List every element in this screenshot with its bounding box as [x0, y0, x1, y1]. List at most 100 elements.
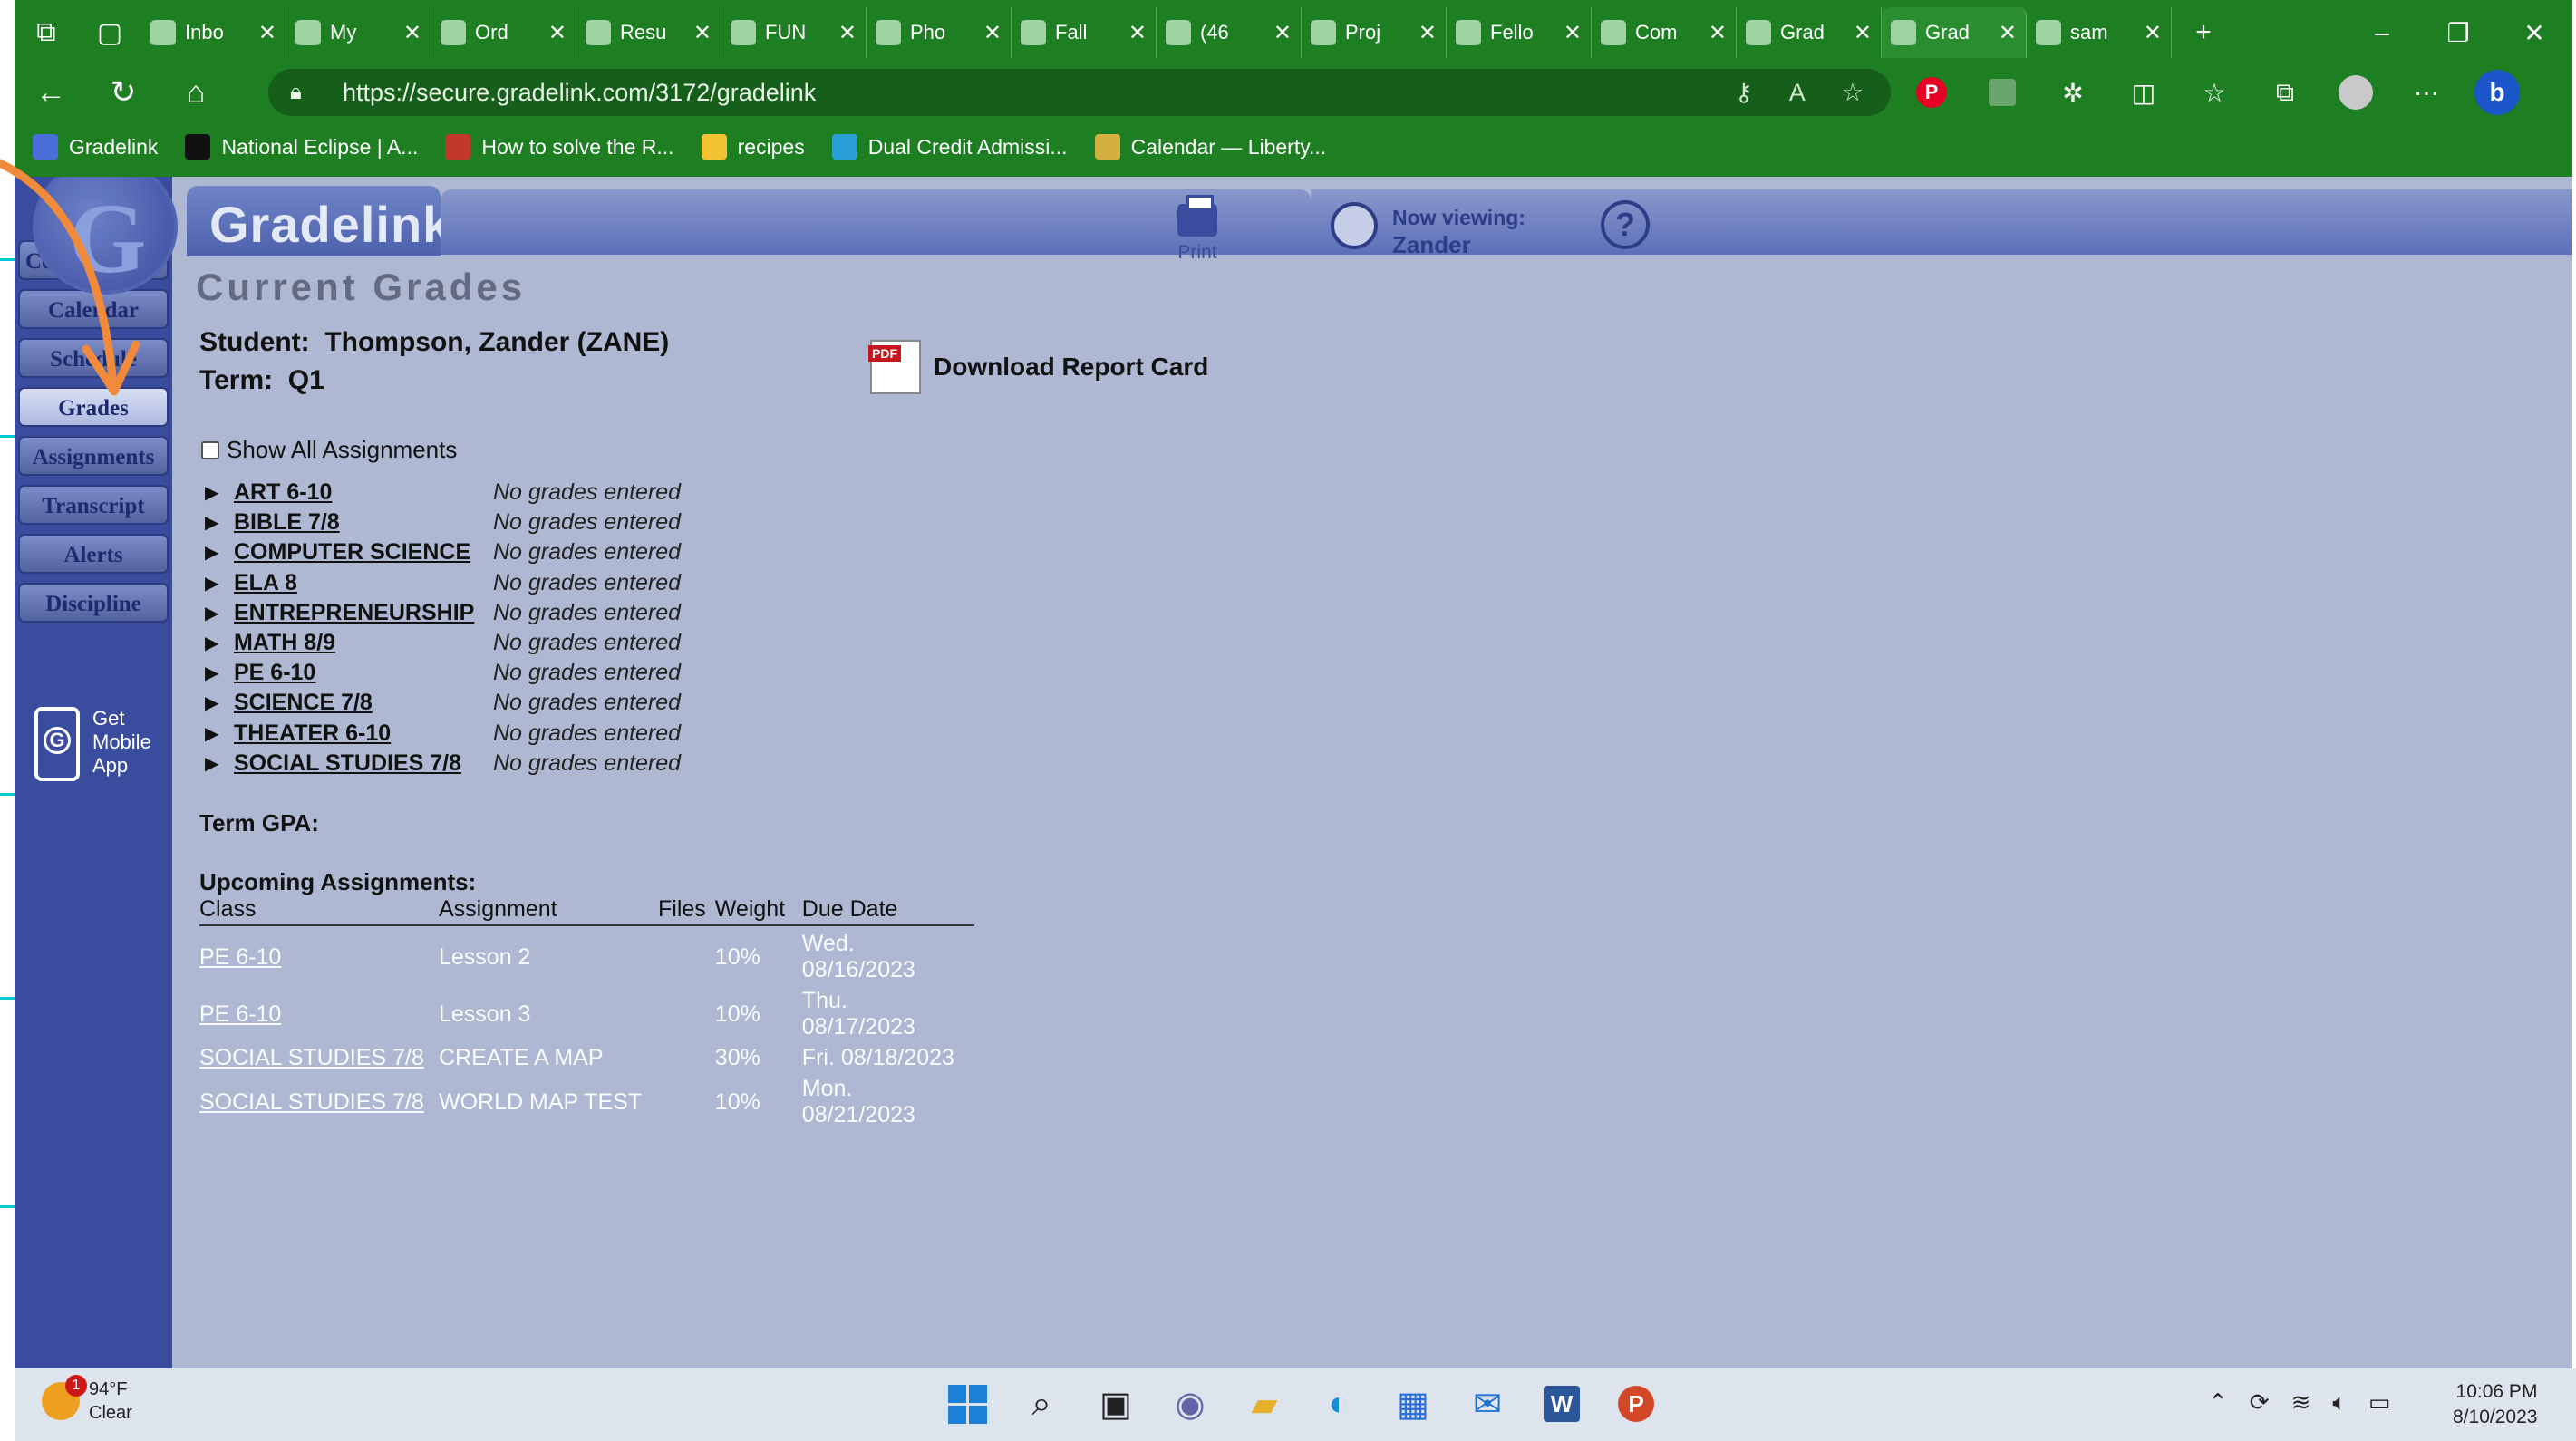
- pinterest-icon[interactable]: P: [1909, 70, 1954, 115]
- get-mobile-app-link[interactable]: G Get Mobile App: [34, 707, 161, 788]
- bookmark-item[interactable]: Calendar — Liberty...: [1094, 134, 1326, 160]
- class-link[interactable]: COMPUTER SCIENCE: [234, 539, 493, 566]
- close-tab-icon[interactable]: ✕: [1128, 20, 1147, 46]
- close-tab-icon[interactable]: ✕: [403, 20, 421, 46]
- address-bar[interactable]: 🔒︎ https://secure.gradelink.com/3172/gra…: [268, 69, 1891, 116]
- browser-tab[interactable]: My ✕: [286, 7, 431, 58]
- extensions-puzzle-icon[interactable]: ✲: [2050, 70, 2096, 115]
- expand-triangle-icon[interactable]: ▶: [205, 541, 234, 564]
- browser-tab[interactable]: Resu ✕: [576, 7, 721, 58]
- class-link[interactable]: BIBLE 7/8: [234, 509, 493, 536]
- speaker-muted-icon[interactable]: 🔈︎: [2332, 1388, 2347, 1417]
- browser-tab[interactable]: Com ✕: [1592, 7, 1737, 58]
- user-avatar-icon[interactable]: [1331, 202, 1378, 249]
- split-screen-icon[interactable]: ◫: [2121, 70, 2166, 115]
- minimize-icon[interactable]: –: [2344, 18, 2420, 48]
- sidebar-item-transcript[interactable]: Transcript: [18, 485, 169, 525]
- home-icon[interactable]: ⌂: [160, 75, 232, 111]
- bing-chat-icon[interactable]: b: [2474, 70, 2520, 115]
- more-menu-icon[interactable]: ⋯: [2404, 70, 2449, 115]
- extension-square-icon[interactable]: [1980, 70, 2025, 115]
- read-aloud-icon[interactable]: A: [1789, 79, 1806, 107]
- browser-tab[interactable]: (46 ✕: [1157, 7, 1302, 58]
- lock-icon[interactable]: 🔒︎: [290, 80, 326, 105]
- close-tab-icon[interactable]: ✕: [1854, 20, 1872, 46]
- class-link[interactable]: ART 6-10: [234, 479, 493, 506]
- browser-tab[interactable]: sam ✕: [2027, 7, 2172, 58]
- clock[interactable]: 10:06 PM 8/10/2023: [2453, 1379, 2537, 1430]
- favorites-icon[interactable]: ☆: [2192, 70, 2237, 115]
- close-tab-icon[interactable]: ✕: [693, 20, 712, 46]
- chat-icon[interactable]: ◉: [1166, 1379, 1215, 1428]
- weather-widget[interactable]: 1 94°F Clear: [42, 1375, 132, 1425]
- back-icon[interactable]: ←: [15, 75, 87, 111]
- expand-triangle-icon[interactable]: ▶: [205, 691, 234, 714]
- browser-tab[interactable]: Fello ✕: [1447, 7, 1592, 58]
- key-icon[interactable]: ⚷: [1735, 79, 1753, 107]
- close-window-icon[interactable]: ✕: [2496, 18, 2572, 48]
- download-report-card-button[interactable]: PDF Download Report Card: [868, 340, 1208, 394]
- close-tab-icon[interactable]: ✕: [2144, 20, 2162, 46]
- bookmark-item[interactable]: How to solve the R...: [445, 134, 674, 160]
- search-icon[interactable]: ⌕: [1017, 1379, 1066, 1428]
- sync-icon[interactable]: ⟳: [2250, 1388, 2270, 1417]
- windows-start-icon[interactable]: [943, 1379, 992, 1428]
- close-tab-icon[interactable]: ✕: [1564, 20, 1582, 46]
- browser-tab[interactable]: Inbo ✕: [141, 7, 286, 58]
- browser-tab[interactable]: Proj ✕: [1302, 7, 1447, 58]
- sidebar-item-assignments[interactable]: Assignments: [18, 436, 169, 476]
- class-link[interactable]: SOCIAL STUDIES 7/8: [199, 1071, 439, 1128]
- expand-triangle-icon[interactable]: ▶: [205, 511, 234, 534]
- sidebar-item-alerts[interactable]: Alerts: [18, 534, 169, 574]
- browser-tab[interactable]: Fall ✕: [1012, 7, 1157, 58]
- class-link[interactable]: SOCIAL STUDIES 7/8: [234, 750, 493, 777]
- edge-icon[interactable]: ◐: [1314, 1379, 1363, 1428]
- close-tab-icon[interactable]: ✕: [1999, 20, 2017, 46]
- workspaces-icon[interactable]: ⧉: [15, 0, 78, 65]
- mail-icon[interactable]: ✉: [1463, 1379, 1512, 1428]
- url-text[interactable]: https://secure.gradelink.com/3172/gradel…: [343, 79, 816, 107]
- class-link[interactable]: PE 6-10: [199, 983, 439, 1040]
- profile-avatar-icon[interactable]: [2333, 70, 2378, 115]
- browser-tab[interactable]: Grad ✕: [1882, 7, 2027, 58]
- expand-triangle-icon[interactable]: ▶: [205, 602, 234, 624]
- close-tab-icon[interactable]: ✕: [1419, 20, 1437, 46]
- wifi-icon[interactable]: ≋: [2291, 1388, 2311, 1417]
- help-icon[interactable]: ?: [1601, 200, 1650, 249]
- class-link[interactable]: MATH 8/9: [234, 630, 493, 656]
- restore-icon[interactable]: ❐: [2420, 18, 2496, 48]
- show-all-checkbox[interactable]: [201, 440, 219, 459]
- expand-triangle-icon[interactable]: ▶: [205, 632, 234, 654]
- new-tab-button[interactable]: +: [2172, 0, 2235, 65]
- browser-tab[interactable]: FUN ✕: [721, 7, 867, 58]
- battery-icon[interactable]: ▭: [2368, 1388, 2391, 1417]
- favorite-star-icon[interactable]: ☆: [1842, 79, 1864, 107]
- collections-icon[interactable]: ⧉: [2262, 70, 2308, 115]
- expand-triangle-icon[interactable]: ▶: [205, 572, 234, 595]
- close-tab-icon[interactable]: ✕: [983, 20, 1002, 46]
- expand-triangle-icon[interactable]: ▶: [205, 722, 234, 745]
- browser-tab[interactable]: Ord ✕: [431, 7, 576, 58]
- file-explorer-icon[interactable]: ▰: [1240, 1379, 1289, 1428]
- word-icon[interactable]: W: [1537, 1379, 1586, 1428]
- show-all-assignments-toggle[interactable]: Show All Assignments: [201, 436, 457, 464]
- browser-tab[interactable]: Grad ✕: [1737, 7, 1882, 58]
- class-link[interactable]: ELA 8: [234, 570, 493, 596]
- expand-triangle-icon[interactable]: ▶: [205, 481, 234, 504]
- close-tab-icon[interactable]: ✕: [1709, 20, 1727, 46]
- browser-tab[interactable]: Pho ✕: [867, 7, 1012, 58]
- task-view-icon[interactable]: ▣: [1091, 1379, 1140, 1428]
- close-tab-icon[interactable]: ✕: [258, 20, 276, 46]
- class-link[interactable]: PE 6-10: [199, 925, 439, 983]
- class-link[interactable]: ENTREPRENEURSHIP: [234, 600, 493, 626]
- powerpoint-icon[interactable]: P: [1612, 1379, 1661, 1428]
- bookmark-item[interactable]: Dual Credit Admissi...: [831, 134, 1068, 160]
- refresh-icon[interactable]: ↻: [87, 74, 160, 111]
- close-tab-icon[interactable]: ✕: [838, 20, 857, 46]
- class-link[interactable]: SOCIAL STUDIES 7/8: [199, 1040, 439, 1071]
- tab-actions-icon[interactable]: ▢: [78, 0, 141, 65]
- class-link[interactable]: THEATER 6-10: [234, 720, 493, 747]
- sidebar-item-discipline[interactable]: Discipline: [18, 583, 169, 623]
- store-icon[interactable]: ▦: [1389, 1379, 1438, 1428]
- chevron-up-icon[interactable]: ⌃: [2208, 1388, 2228, 1417]
